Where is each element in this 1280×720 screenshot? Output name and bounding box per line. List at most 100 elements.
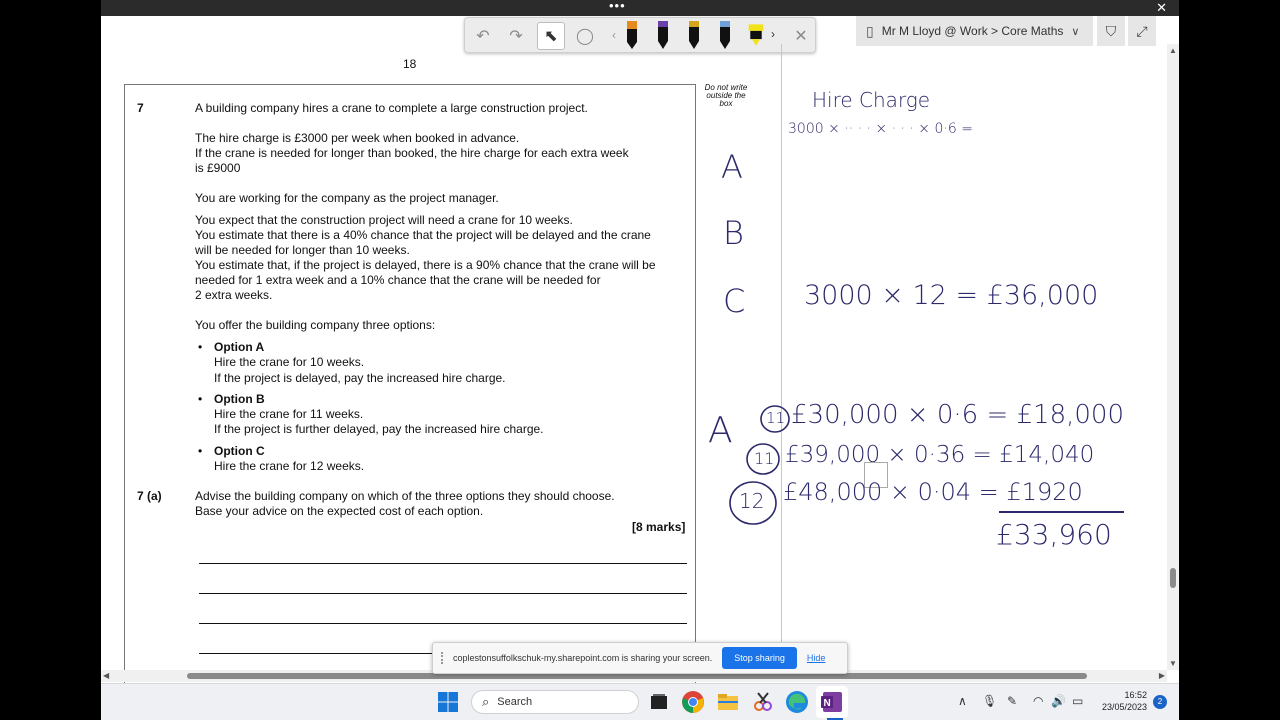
extra-week-text: If the crane is needed for longer than b… — [195, 146, 629, 160]
scroll-up-icon[interactable]: ▲ — [1169, 46, 1177, 55]
file-explorer-icon[interactable] — [716, 690, 740, 714]
taskbar: ⌕ Search N ∧ 🎙 ✎ ◠ 🔊 ▭ 16:52 23/05/2023 … — [101, 683, 1179, 720]
clock-date: 23/05/2023 — [1101, 702, 1147, 712]
options-intro: You offer the building company three opt… — [195, 318, 436, 332]
estimate-text-1: You estimate that there is a 40% chance … — [195, 228, 651, 242]
vertical-scroll-thumb[interactable] — [1170, 568, 1176, 588]
volume-icon[interactable]: 🔊 — [1051, 694, 1066, 708]
option-b-line2: If the project is further delayed, pay t… — [214, 422, 544, 436]
scroll-left-icon[interactable]: ◀ — [103, 670, 109, 682]
vertical-scrollbar[interactable]: ▲ ▼ — [1167, 44, 1179, 670]
chevron-down-icon: ∨ — [1071, 25, 1080, 38]
wifi-icon[interactable]: ◠ — [1033, 694, 1043, 708]
tray-overflow-icon[interactable]: ∧ — [958, 694, 967, 708]
lasso-icon[interactable]: ◯ — [571, 22, 599, 50]
option-a-title: Option A — [214, 340, 265, 354]
window-close-button[interactable]: ✕ — [1156, 0, 1167, 16]
ink-row3-weeks: 12 — [739, 489, 765, 513]
ink-total: £33,960 — [996, 518, 1112, 551]
ink-letter-b: B — [723, 214, 744, 252]
taskbar-search[interactable]: ⌕ Search — [471, 690, 639, 714]
estimate-text-4: needed for 1 extra week and a 10% chance… — [195, 273, 601, 287]
drag-handle-icon[interactable] — [441, 652, 447, 664]
answer-line — [199, 593, 687, 594]
bullet: • — [198, 340, 203, 354]
pen-purple-icon[interactable] — [654, 20, 672, 50]
expand-icon[interactable]: ⤢ — [1128, 16, 1156, 46]
search-placeholder: Search — [497, 696, 533, 708]
pin-icon[interactable]: ⛉ — [1097, 16, 1125, 46]
edge-icon[interactable] — [785, 690, 809, 714]
margin-note: Do not write outside the box — [704, 83, 748, 108]
onenote-icon[interactable]: N — [820, 690, 844, 714]
ink-calc-a-label: A — [708, 410, 733, 451]
pen-orange-icon[interactable] — [623, 20, 641, 50]
expect-text: You expect that the construction project… — [195, 213, 573, 227]
ink-letter-c: C — [723, 282, 746, 320]
task-view-icon[interactable] — [647, 690, 671, 714]
battery-icon[interactable]: ▭ — [1072, 694, 1083, 708]
ink-row2: £39,000 × 0·36 = £14,040 — [785, 442, 1095, 468]
estimate-text-5: 2 extra weeks. — [195, 288, 273, 302]
screen-sharing-bar: coplestonsuffolkschuk-my.sharepoint.com … — [432, 642, 848, 674]
ink-hire-charge: Hire Charge — [812, 88, 931, 112]
microphone-icon[interactable]: 🎙 — [982, 694, 997, 708]
close-toolbar-icon[interactable]: ✕ — [787, 22, 815, 50]
ink-row2-weeks: 11 — [754, 449, 775, 468]
ink-row3: £48,000 × 0·04 = £1920 — [783, 478, 1083, 506]
option-b-title: Option B — [214, 392, 265, 406]
breadcrumb-text: Mr M Lloyd @ Work > Core Maths — [881, 24, 1064, 38]
select-tool-icon[interactable]: ⬉ — [537, 22, 565, 50]
svg-text:N: N — [824, 698, 831, 709]
more-pens-chevron[interactable]: › — [771, 27, 775, 41]
question-intro: A building company hires a crane to comp… — [195, 101, 588, 115]
question-number: 7 — [137, 101, 144, 115]
undo-icon[interactable]: ↶ — [469, 22, 497, 50]
highlighter-icon[interactable] — [747, 20, 765, 50]
notification-badge[interactable]: 2 — [1153, 695, 1167, 709]
estimate-text-2: will be needed for longer than 10 weeks. — [195, 243, 410, 257]
clock[interactable]: 16:52 23/05/2023 — [1091, 689, 1147, 713]
redo-icon[interactable]: ↷ — [502, 22, 530, 50]
page-number: 18 — [403, 57, 417, 71]
hire-charge-text: The hire charge is £3000 per week when b… — [195, 131, 520, 145]
scroll-down-icon[interactable]: ▼ — [1169, 659, 1177, 668]
clock-time: 16:52 — [1124, 690, 1147, 700]
option-c-title: Option C — [214, 444, 265, 458]
chrome-icon[interactable] — [681, 690, 705, 714]
marks-label: [8 marks] — [632, 520, 686, 534]
ink-letter-a: A — [721, 148, 743, 186]
option-b-line1: Hire the crane for 11 weeks. — [214, 407, 364, 421]
snipping-tool-icon[interactable] — [751, 690, 775, 714]
ink-calc-c: 3000 × 12 = £36,000 — [804, 280, 1099, 311]
estimate-text-3: You estimate that, if the project is del… — [195, 258, 656, 272]
extra-week-text-2: is £9000 — [195, 161, 241, 175]
search-icon: ⌕ — [482, 694, 490, 709]
sharing-message: coplestonsuffolkschuk-my.sharepoint.com … — [453, 653, 713, 663]
windows-start-icon[interactable] — [436, 690, 460, 714]
ink-toolbar: ↶ ↷ ⬉ ◯ ‹ › ✕ — [464, 17, 816, 53]
title-bar-dots[interactable]: ••• — [609, 0, 626, 12]
hide-link[interactable]: Hide — [807, 653, 826, 663]
part-a-line2: Base your advice on the expected cost of… — [195, 504, 484, 518]
option-a-line2: If the project is delayed, pay the incre… — [214, 371, 506, 385]
part-label: 7 (a) — [137, 489, 162, 503]
page-divider — [781, 44, 782, 670]
manager-text: You are working for the company as the p… — [195, 191, 499, 205]
option-a-line1: Hire the crane for 10 weeks. — [214, 355, 365, 369]
title-bar: ••• ✕ — [101, 0, 1179, 16]
scroll-right-icon[interactable]: ▶ — [1159, 670, 1165, 682]
option-c-line1: Hire the crane for 12 weeks. — [214, 459, 365, 473]
pen-yellow-icon[interactable] — [685, 20, 703, 50]
part-a-line1: Advise the building company on which of … — [195, 489, 615, 503]
stop-sharing-button[interactable]: Stop sharing — [722, 647, 797, 669]
ink-row1: £30,000 × 0·6 = £18,000 — [791, 400, 1125, 430]
pen-menu-icon[interactable]: ✎ — [1007, 694, 1017, 708]
toolbar-scroll-left[interactable]: ‹ — [612, 28, 616, 42]
bullet: • — [198, 392, 203, 406]
pen-blue-icon[interactable] — [716, 20, 734, 50]
notebook-breadcrumb[interactable]: ▯ Mr M Lloyd @ Work > Core Maths ∨ — [856, 16, 1093, 46]
answer-line — [199, 563, 687, 564]
ink-hire-calc: 3000 × ·· · · × · · · × 0·6 = — [788, 121, 973, 137]
bullet: • — [198, 444, 203, 458]
